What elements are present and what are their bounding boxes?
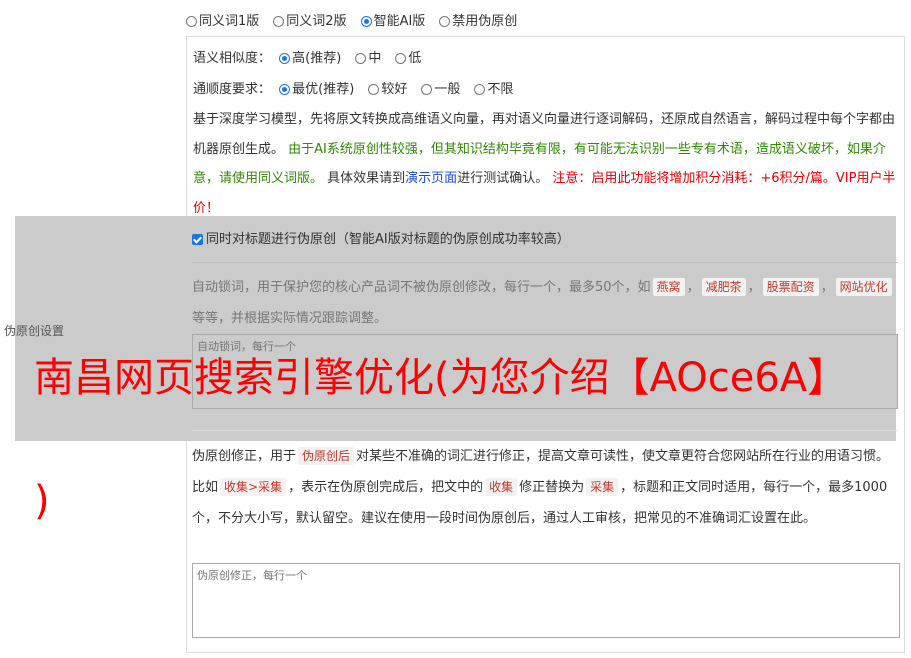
fluency-label: 通顺度要求： xyxy=(193,82,272,97)
lock-words-description: 自动锁词，用于保护您的核心产品词不被伪原创修改，每行一个，最多50个，如 燕窝，减… xyxy=(192,272,898,334)
title-rewrite-checkbox[interactable]: 同时对标题进行伪原创（智能AI版对标题的伪原创成功率较高） xyxy=(192,228,570,247)
example-tag: 收集 xyxy=(485,478,518,496)
fluency-row: 通顺度要求： 最优(推荐) 较好 一般 不限 xyxy=(193,78,527,97)
radio-selected-icon[interactable] xyxy=(360,16,372,27)
radio-icon[interactable] xyxy=(186,16,197,27)
mode-option-synonym2[interactable]: 同义词2版 xyxy=(273,10,347,29)
mode-option-disable[interactable]: 禁用伪原创 xyxy=(439,10,517,29)
similarity-row: 语义相似度： 高(推荐) 中低 xyxy=(193,47,435,66)
example-tag: 减肥茶 xyxy=(701,278,746,296)
demo-page-link[interactable]: 演示页面 xyxy=(405,171,457,186)
example-tag: 股票配资 xyxy=(762,278,819,296)
radio-icon[interactable] xyxy=(395,53,407,64)
fluency-option-good[interactable]: 较好 xyxy=(368,78,407,97)
checkbox-checked-icon[interactable] xyxy=(192,234,203,245)
similarity-option-medium[interactable]: 中 xyxy=(355,47,381,66)
radio-selected-icon[interactable] xyxy=(279,84,291,95)
example-tag: 采集 xyxy=(586,478,619,496)
fluency-option-best[interactable]: 最优(推荐) xyxy=(279,78,354,97)
fix-words-textarea[interactable] xyxy=(192,563,900,638)
similarity-option-low[interactable]: 低 xyxy=(395,47,421,66)
fix-words-description: 伪原创修正，用于 伪原创后 对某些不准确的词汇进行修正，提高文章可读性，使文章更符合… xyxy=(192,447,890,526)
divider xyxy=(192,430,898,431)
radio-icon[interactable] xyxy=(421,84,433,95)
ai-description: 基于深度学习模型，先将原文转换成高维语义向量，再对语义向量进行逐词解码，还原成自… xyxy=(193,112,896,216)
radio-icon[interactable] xyxy=(474,84,486,95)
similarity-label: 语义相似度： xyxy=(193,51,272,66)
radio-icon[interactable] xyxy=(439,16,451,27)
example-tag: 燕窝 xyxy=(652,278,685,296)
overlay-headline-tail: ) xyxy=(34,478,50,524)
mode-option-ai[interactable]: 智能AI版 xyxy=(360,10,425,29)
section-label: 伪原创设置 xyxy=(4,324,65,338)
mode-option-synonym1[interactable]: 同义词1版 xyxy=(186,10,259,29)
overlay-headline: 南昌网页搜索引擎优化(为您介绍【AOce6A】 xyxy=(34,355,848,401)
similarity-option-high[interactable]: 高(推荐) xyxy=(279,47,341,66)
fluency-option-normal[interactable]: 一般 xyxy=(421,78,460,97)
example-tag: 伪原创后 xyxy=(298,447,355,465)
fluency-option-any[interactable]: 不限 xyxy=(474,78,513,97)
example-tag: 收集>采集 xyxy=(220,478,287,496)
radio-selected-icon[interactable] xyxy=(279,53,291,64)
radio-icon[interactable] xyxy=(368,84,380,95)
mode-radio-group: 同义词1版 同义词2版 智能AI版 禁用伪原创 xyxy=(186,10,531,29)
radio-icon[interactable] xyxy=(355,53,367,64)
example-tag: 网站优化 xyxy=(835,278,892,296)
divider xyxy=(192,262,898,263)
radio-icon[interactable] xyxy=(273,16,285,27)
